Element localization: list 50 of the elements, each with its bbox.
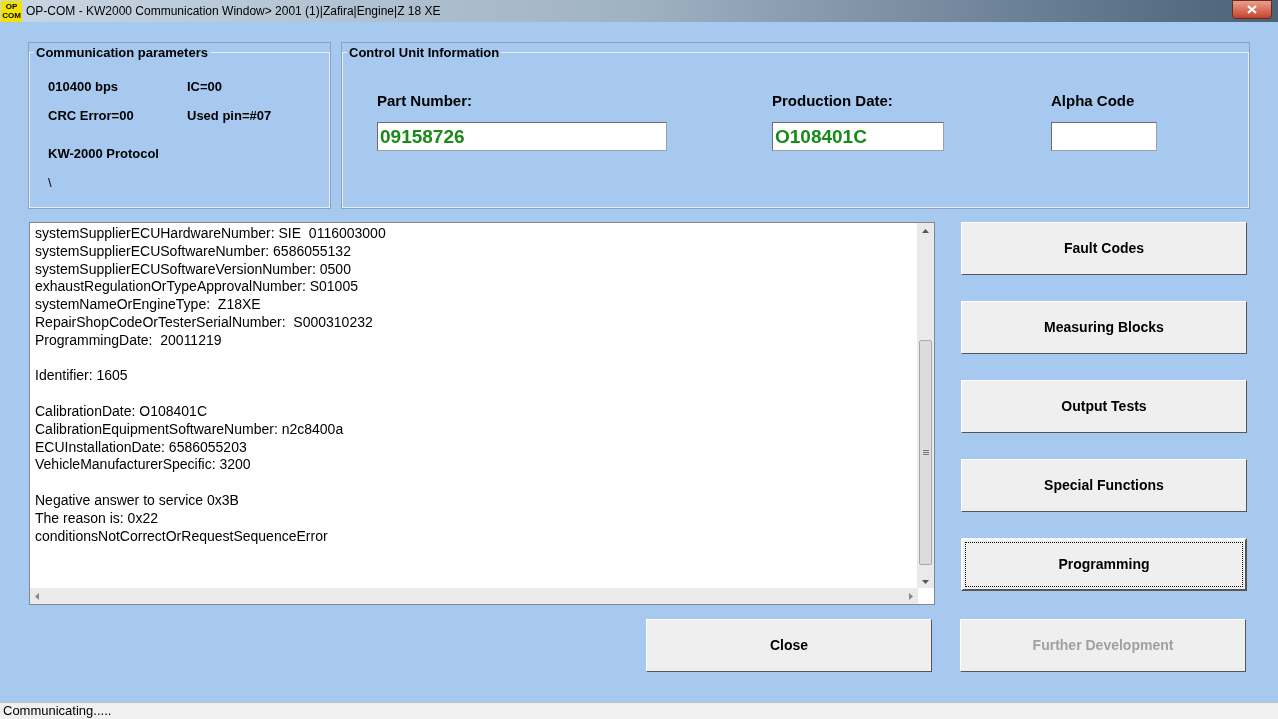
log-line: CalibrationDate: O108401C bbox=[35, 402, 207, 421]
field-label: Production Date: bbox=[772, 90, 894, 111]
log-line: The reason is: 0x22 bbox=[35, 509, 158, 528]
close-icon bbox=[1247, 5, 1257, 14]
button: Further Development bbox=[960, 619, 1246, 672]
input-field[interactable]: O108401C bbox=[772, 122, 944, 151]
log-line: systemNameOrEngineType: Z18XE bbox=[35, 296, 261, 314]
button[interactable]: Output Tests bbox=[961, 380, 1247, 433]
button[interactable]: Programming bbox=[961, 538, 1247, 591]
log-line: RepairShopCodeOrTesterSerialNumber: S000310232 bbox=[35, 314, 373, 332]
window-title: OP-COM - KW2000 Communication Window> 2001 (1)|Zafira|Engine|Z 18 XE bbox=[26, 3, 441, 20]
scroll-up-icon[interactable] bbox=[922, 229, 929, 233]
scroll-down-icon[interactable] bbox=[922, 580, 929, 584]
close-button[interactable] bbox=[1232, 0, 1272, 19]
log-line: ECUInstallationDate: 6586055203 bbox=[35, 438, 247, 457]
parameter-label: Used pin=#07 bbox=[187, 107, 273, 125]
scrollbar-thumb[interactable] bbox=[919, 340, 932, 565]
horizontal-scrollbar[interactable] bbox=[30, 588, 918, 604]
status-text: \ bbox=[48, 174, 53, 192]
parameter-label: 010400 bps bbox=[48, 77, 120, 96]
protocol-label: KW-2000 Protocol bbox=[48, 144, 160, 163]
input-field[interactable]: 09158726 bbox=[377, 122, 667, 151]
field-label: Alpha Code bbox=[1051, 90, 1136, 111]
app-logo-icon: OP COM bbox=[1, 0, 22, 22]
group-title: Control Unit Information bbox=[348, 44, 501, 62]
grip-icon bbox=[922, 450, 929, 455]
log-line: systemSupplierECUSoftwareNumber: 6586055132 bbox=[35, 242, 351, 261]
parameter-label: IC=00 bbox=[187, 77, 224, 96]
log-line: conditionsNotCorrectOrRequestSequenceError bbox=[35, 527, 328, 546]
group-title: Communication parameters bbox=[35, 44, 209, 62]
log-line: CalibrationEquipmentSoftwareNumber: n2c8400a bbox=[35, 420, 344, 439]
log-line: ProgrammingDate: 20011219 bbox=[35, 331, 222, 350]
button[interactable]: Special Functions bbox=[961, 459, 1247, 512]
scroll-right-icon[interactable] bbox=[909, 592, 913, 600]
parameter-label: CRC Error=00 bbox=[48, 107, 135, 125]
log-line: systemSupplierECUHardwareNumber: SIE 0116003000 bbox=[35, 225, 386, 243]
scroll-left-icon[interactable] bbox=[35, 592, 39, 600]
log-line: systemSupplierECUSoftwareVersionNumber: 0500 bbox=[35, 260, 351, 279]
log-line: Negative answer to service 0x3B bbox=[35, 491, 239, 510]
vertical-scrollbar[interactable] bbox=[917, 223, 934, 588]
log-text-area[interactable] bbox=[29, 222, 935, 605]
button[interactable]: Measuring Blocks bbox=[961, 301, 1247, 354]
field-label: Part Number: bbox=[377, 90, 474, 111]
button[interactable]: Fault Codes bbox=[961, 222, 1247, 275]
log-line: VehicleManufacturerSpecific: 3200 bbox=[35, 456, 251, 475]
input-field[interactable] bbox=[1051, 122, 1157, 151]
status-bar: Communicating..... bbox=[0, 702, 1278, 719]
log-line: Identifier: 1605 bbox=[35, 367, 128, 386]
button[interactable]: Close bbox=[646, 619, 932, 672]
log-line: exhaustRegulationOrTypeApprovalNumber: S01005 bbox=[35, 278, 358, 297]
